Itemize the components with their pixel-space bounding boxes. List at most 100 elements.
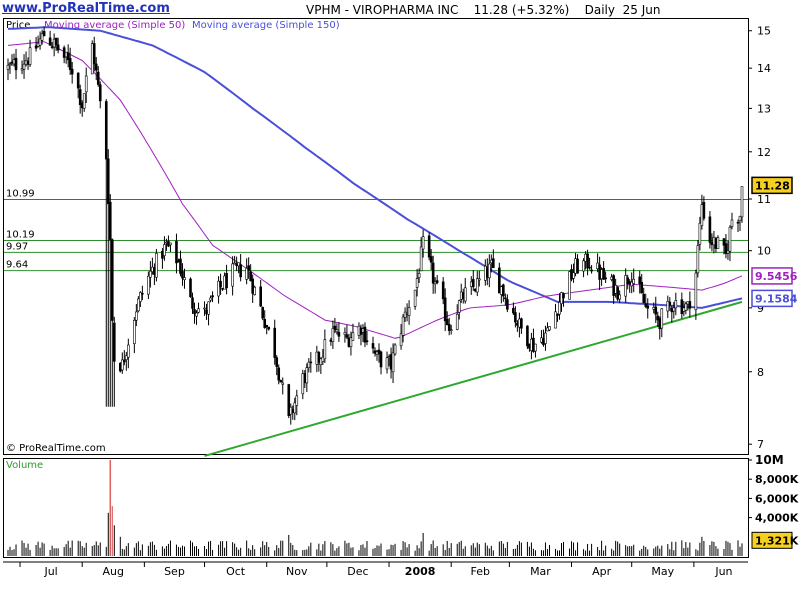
price-bar-body: [696, 245, 700, 274]
price-bar-body: [20, 68, 24, 71]
price-bar-body: [610, 276, 613, 280]
price-bar-body: [714, 238, 718, 249]
price-bar-body: [155, 253, 158, 278]
price-bar-body: [40, 33, 44, 41]
price-bar-body: [712, 236, 716, 246]
price-bar-body: [307, 361, 311, 369]
price-bar-body: [291, 409, 295, 413]
price-bar-body: [514, 312, 517, 323]
price-bar-body: [415, 278, 419, 288]
price-bar-body: [12, 59, 16, 65]
price-bar-body: [205, 309, 208, 315]
price-bar-body: [207, 301, 210, 315]
price-bar-body: [399, 333, 403, 347]
price-tick-label: 7: [757, 438, 764, 451]
price-bar-body: [407, 307, 411, 316]
price-bar-body: [263, 319, 266, 328]
price-bar-body: [588, 266, 591, 269]
price-bar-body: [323, 339, 327, 360]
price-tick-label: 12: [757, 146, 771, 159]
price-bar-body: [477, 278, 481, 281]
price-bar-body: [359, 327, 363, 335]
price-bar-body: [546, 327, 549, 332]
price-bar-body: [526, 325, 529, 347]
price-bar-body: [127, 344, 130, 358]
price-bar-body: [345, 334, 349, 338]
price-bar-body: [343, 331, 347, 335]
level-label: 10.99: [6, 188, 35, 199]
price-bar-body: [500, 286, 503, 295]
price-bar-body: [520, 318, 523, 329]
price-bar-body: [463, 287, 467, 302]
price-bar-body: [249, 271, 252, 282]
price-bar-body: [64, 51, 68, 58]
volume-tick-label: 4,000K: [755, 512, 799, 525]
price-bar-body: [457, 300, 461, 313]
price-bar-body: [419, 246, 423, 272]
value-flag-label: 11.28: [755, 179, 790, 192]
price-bar-body: [596, 262, 599, 269]
price-bar-body: [10, 61, 14, 64]
time-tick-label: Nov: [286, 565, 308, 578]
price-bar-body: [66, 52, 70, 61]
price-bar-body: [570, 269, 573, 280]
price-bar-body: [357, 325, 361, 336]
price-bar-body: [82, 93, 86, 109]
price-bar-body: [319, 358, 323, 366]
price-bar-body: [445, 319, 449, 326]
price-bar-body: [586, 253, 589, 269]
price-bar-body: [656, 315, 660, 321]
price-bar-body: [195, 312, 198, 317]
price-bar-body: [644, 303, 648, 307]
time-tick-label: Aug: [103, 565, 124, 578]
price-bar-body: [54, 37, 58, 46]
price-bar-body: [191, 297, 194, 309]
price-bar-body: [90, 43, 94, 75]
price-bar-body: [700, 204, 704, 226]
price-bar-body: [112, 322, 116, 362]
price-bar-body: [590, 269, 593, 272]
price-bar-body: [149, 270, 152, 278]
price-bar-body: [329, 339, 333, 342]
price-bar-body: [724, 243, 728, 254]
price-bar-body: [670, 307, 674, 313]
price-bar-body: [38, 38, 42, 46]
price-bar-body: [193, 309, 196, 314]
price-bar-body: [518, 318, 521, 328]
price-bar-body: [321, 356, 325, 362]
price-bar-body: [726, 250, 730, 254]
price-bar-body: [98, 84, 102, 102]
price-bar-body: [385, 357, 389, 370]
price-bar-body: [488, 263, 491, 279]
price-bar-body: [147, 275, 150, 295]
price-bar-body: [532, 337, 535, 352]
price-bar-body: [247, 265, 250, 271]
price-bar-body: [335, 329, 339, 333]
price-bar-body: [153, 267, 156, 275]
price-bar-body: [540, 337, 543, 343]
price-bar-body: [221, 288, 224, 290]
price-bar-body: [684, 303, 688, 311]
price-bar-body: [110, 239, 114, 321]
price-bar-body: [572, 272, 575, 279]
price-bar-body: [181, 271, 184, 279]
price-bar-body: [475, 278, 479, 293]
price-bar-body: [289, 406, 293, 415]
price-bar-body: [36, 42, 40, 47]
price-bar-body: [217, 280, 220, 297]
price-bar-body: [96, 71, 100, 85]
price-bar-body: [167, 241, 170, 247]
price-bar-body: [273, 327, 277, 358]
price-bar-body: [251, 278, 254, 294]
price-bar-body: [548, 326, 551, 331]
price-bar-body: [490, 259, 493, 264]
price-bar-body: [371, 343, 375, 349]
price-axis: 151413121110987: [748, 25, 771, 451]
price-bar-body: [245, 267, 248, 280]
price-bar-body: [141, 292, 144, 295]
price-bar-body: [317, 352, 321, 363]
price-bar-body: [598, 264, 601, 280]
price-bar-body: [694, 272, 698, 311]
price-bar-body: [736, 221, 740, 224]
price-bar-body: [668, 301, 672, 306]
